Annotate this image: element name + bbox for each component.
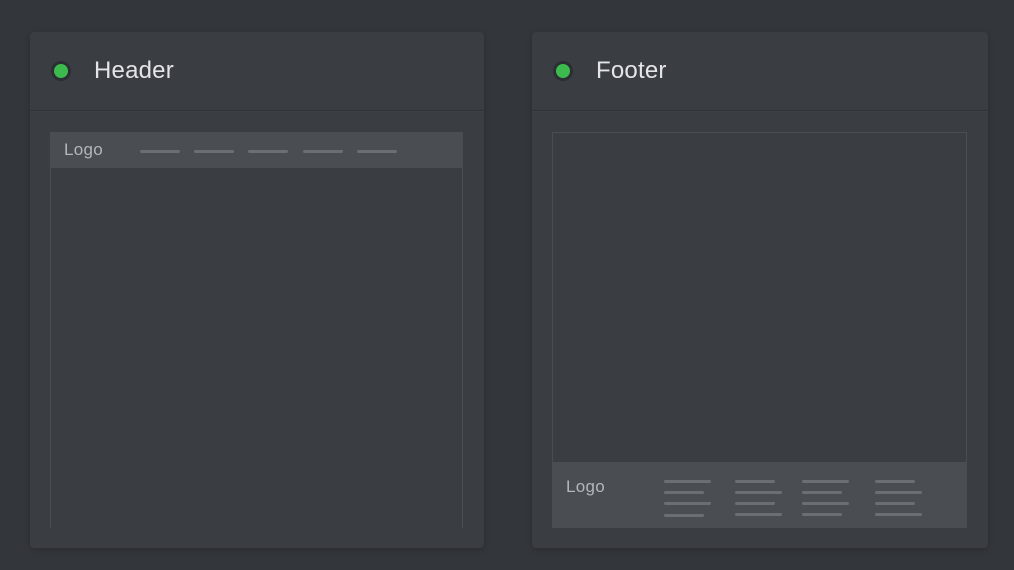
footer-link-placeholder xyxy=(875,513,922,516)
footer-link-placeholder xyxy=(735,491,782,494)
footer-link-placeholder xyxy=(875,491,922,494)
footer-link-placeholder xyxy=(735,513,782,516)
card-header: Header xyxy=(30,32,484,111)
footer-link-placeholder xyxy=(664,502,711,505)
footer-link-placeholder xyxy=(802,513,842,516)
footer-link-placeholder xyxy=(735,502,775,505)
preview-logo: Logo xyxy=(566,477,606,496)
status-indicator-icon xyxy=(553,61,573,81)
card-title: Header xyxy=(94,57,174,84)
preview-footer-bar: Logo xyxy=(553,462,966,528)
footer-link-placeholder xyxy=(875,502,915,505)
header-layout-card[interactable]: Header Logo xyxy=(30,32,484,548)
nav-placeholder-line xyxy=(248,150,288,153)
footer-link-placeholder xyxy=(875,480,915,483)
preview-header-bar: Logo xyxy=(51,132,462,168)
footer-link-placeholder xyxy=(802,491,842,494)
footer-layout-card[interactable]: Footer Logo xyxy=(532,32,988,548)
nav-placeholder-line xyxy=(194,150,234,153)
status-indicator-icon xyxy=(51,61,71,81)
footer-link-placeholder xyxy=(664,514,704,517)
card-title: Footer xyxy=(596,57,667,84)
nav-placeholder-line xyxy=(303,150,343,153)
preview-logo: Logo xyxy=(64,140,104,159)
footer-link-placeholder xyxy=(802,502,849,505)
card-header: Footer xyxy=(532,32,988,111)
footer-link-placeholder xyxy=(664,491,704,494)
footer-link-placeholder xyxy=(802,480,849,483)
footer-link-placeholder xyxy=(735,480,775,483)
nav-placeholder-line xyxy=(357,150,397,153)
footer-preview: Logo xyxy=(552,132,967,528)
nav-placeholder-line xyxy=(140,150,180,153)
footer-link-placeholder xyxy=(664,480,711,483)
header-preview: Logo xyxy=(50,132,463,528)
